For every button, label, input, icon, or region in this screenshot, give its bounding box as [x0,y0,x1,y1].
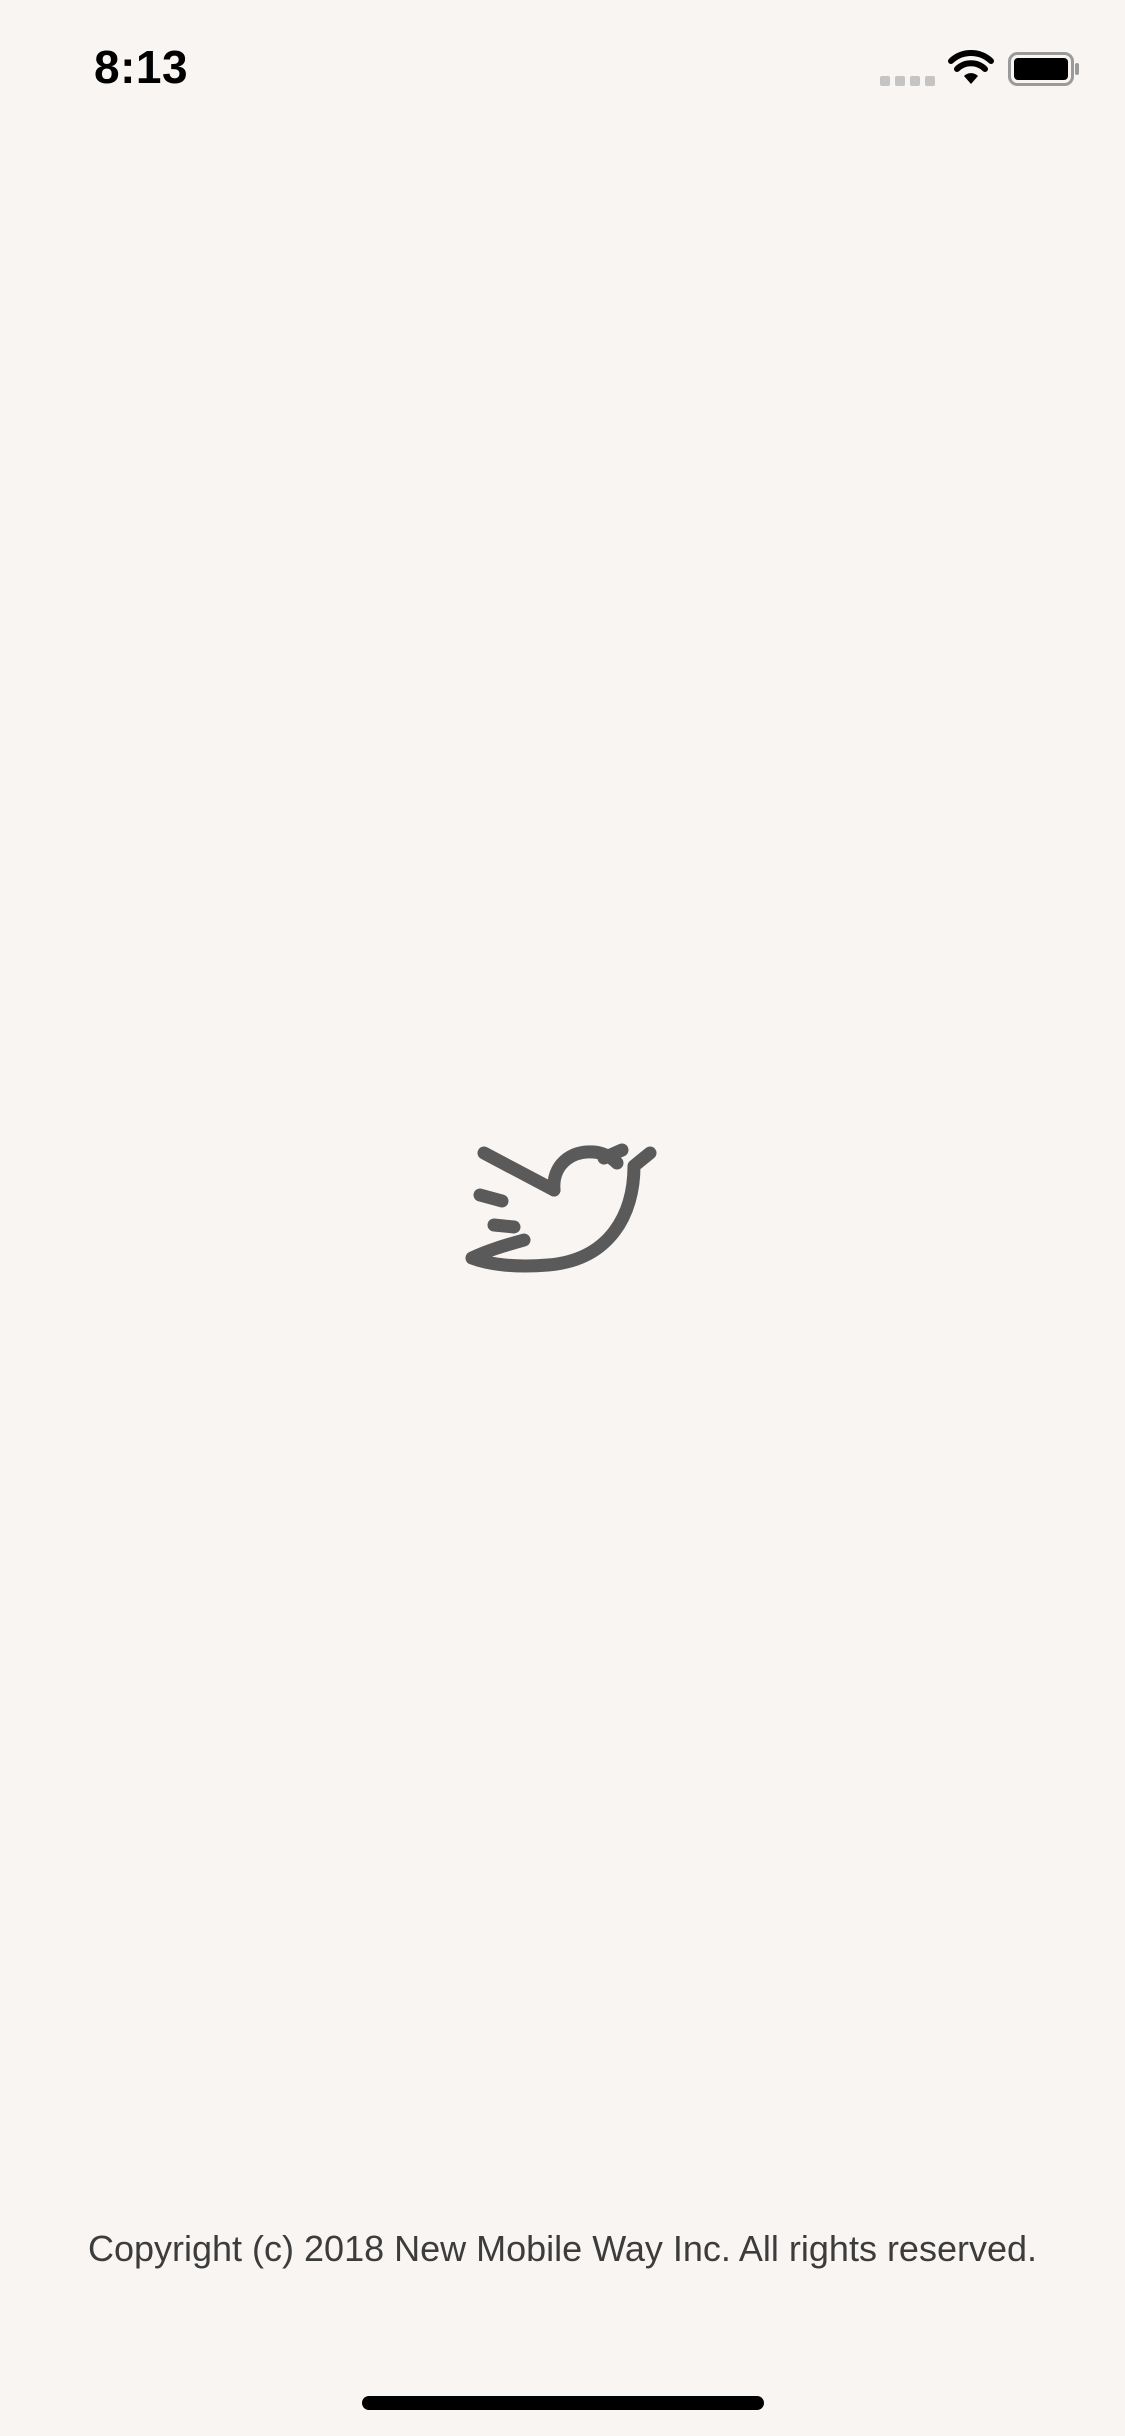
splash-screen: 8:13 Copyright (c) 2018 New Mobile Way I… [0,0,1125,2436]
cellular-signal-icon [880,76,936,86]
bird-logo-icon [465,1143,657,1273]
status-bar: 8:13 [0,0,1125,132]
wifi-icon [948,50,994,84]
status-time: 8:13 [94,41,189,93]
home-indicator[interactable] [362,2396,764,2410]
battery-icon [1008,52,1079,86]
copyright-text: Copyright (c) 2018 New Mobile Way Inc. A… [87,2228,1038,2269]
